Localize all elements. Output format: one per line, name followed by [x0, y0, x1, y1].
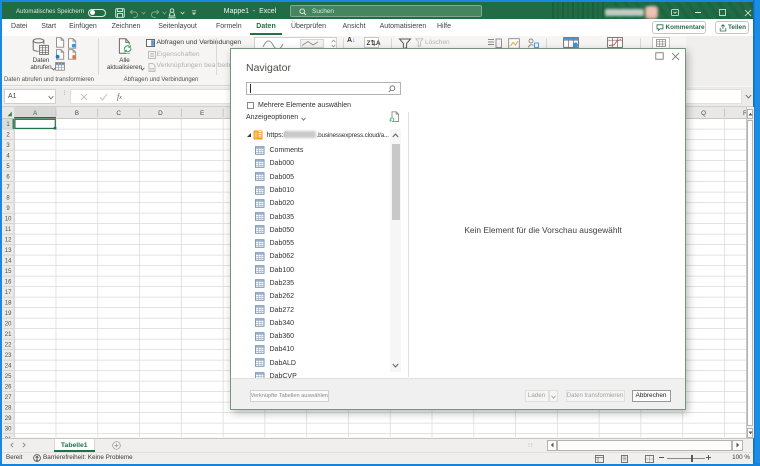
svg-text:13: 13 [5, 248, 12, 254]
svg-text:11: 11 [5, 227, 12, 233]
svg-text:27: 27 [5, 395, 12, 401]
svg-text:28: 28 [5, 406, 12, 412]
svg-text:10: 10 [5, 217, 12, 223]
svg-text:Q: Q [701, 110, 706, 117]
svg-text:18: 18 [5, 301, 12, 307]
svg-text:14: 14 [5, 259, 12, 265]
svg-text:B: B [75, 110, 79, 117]
svg-text:29: 29 [5, 416, 12, 422]
svg-text:20: 20 [5, 322, 12, 328]
svg-text:21: 21 [5, 332, 12, 338]
svg-text:17: 17 [5, 290, 12, 296]
svg-text:24: 24 [5, 364, 12, 370]
svg-text:12: 12 [5, 238, 12, 244]
svg-text:26: 26 [5, 385, 12, 391]
svg-text:A: A [33, 110, 38, 117]
svg-text:19: 19 [5, 311, 12, 317]
svg-text:30: 30 [5, 427, 12, 433]
svg-text:25: 25 [5, 374, 12, 380]
svg-text:E: E [200, 110, 204, 117]
svg-text:23: 23 [5, 353, 12, 359]
svg-text:22: 22 [5, 343, 12, 349]
svg-text:16: 16 [5, 280, 12, 286]
svg-text:15: 15 [5, 269, 12, 275]
svg-text:D: D [158, 110, 163, 117]
svg-text:C: C [116, 110, 121, 117]
